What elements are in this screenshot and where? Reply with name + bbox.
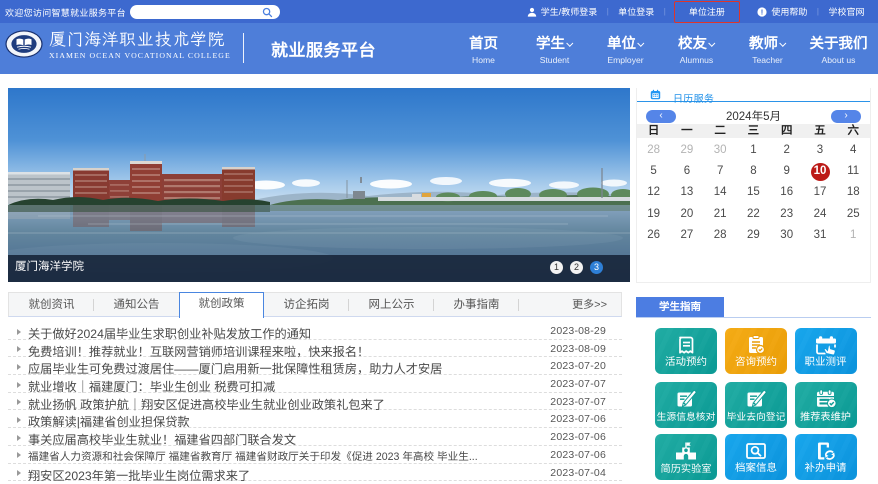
svg-text:!: ! [761,7,764,16]
